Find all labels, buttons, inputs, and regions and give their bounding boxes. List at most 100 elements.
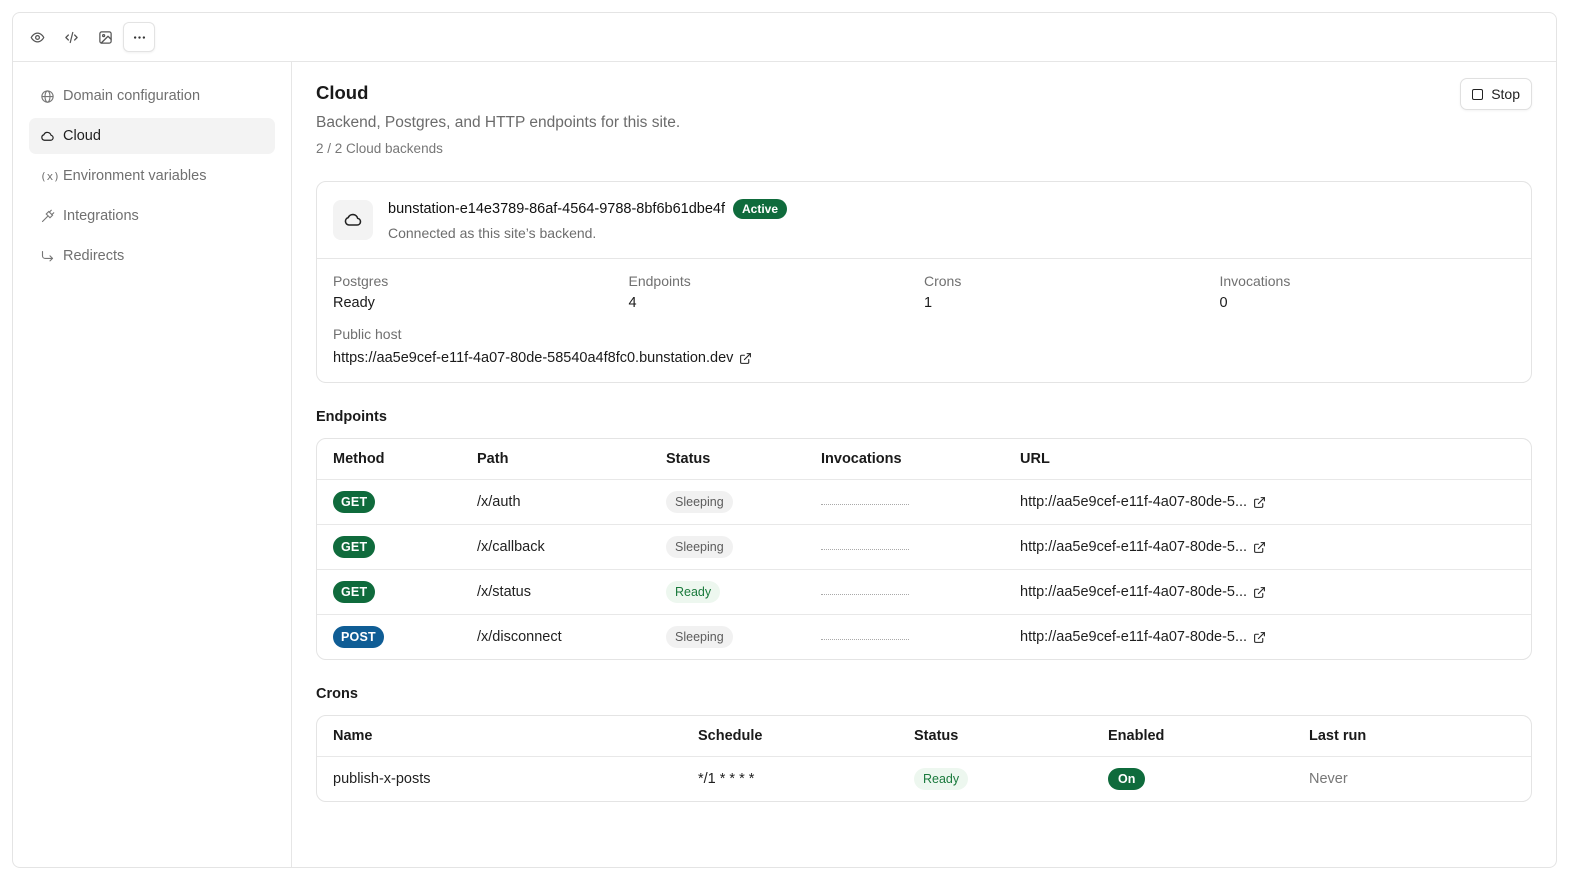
image-button[interactable]	[89, 22, 121, 52]
url-link[interactable]: http://aa5e9cef-e11f-4a07-80de-5...	[1020, 629, 1320, 645]
column-header-last-run: Last run	[1309, 728, 1367, 744]
url-text: http://aa5e9cef-e11f-4a07-80de-5...	[1020, 494, 1248, 510]
external-link-icon	[1253, 631, 1266, 644]
status-cell: Sleeping	[666, 491, 821, 513]
endpoints-table: Method Path Status Invocations URL GET /…	[316, 438, 1532, 660]
image-icon	[98, 30, 112, 44]
column-header-name: Name	[333, 728, 373, 744]
preview-button[interactable]	[21, 22, 53, 52]
public-host-link[interactable]: https://aa5e9cef-e11f-4a07-80de-58540a4f…	[333, 350, 1515, 366]
stat-label: Endpoints	[628, 273, 691, 289]
stop-button[interactable]: Stop	[1460, 78, 1532, 110]
stop-button-label: Stop	[1491, 86, 1520, 102]
backend-name-row: bunstation-e14e3789-86af-4564-9788-8bf6b…	[388, 199, 788, 219]
crons-heading: Crons	[316, 686, 358, 702]
external-link-icon	[1253, 496, 1266, 509]
url-text: http://aa5e9cef-e11f-4a07-80de-5...	[1020, 629, 1248, 645]
sidebar-item-environment-variables[interactable]: (x) Environment variables	[29, 158, 275, 194]
stat-invocations: Invocations 0	[1220, 273, 1516, 311]
invocations-sparkline	[821, 480, 1020, 505]
table-row[interactable]: GET /x/auth Sleeping http://aa5e9cef-e11…	[317, 479, 1531, 524]
sidebar-item-integrations[interactable]: Integrations	[29, 198, 275, 234]
public-host-label: Public host	[333, 326, 402, 342]
table-row[interactable]: publish-x-posts */1 * * * * Ready On Nev…	[317, 756, 1531, 801]
top-toolbar	[13, 13, 1556, 62]
main-panel: Cloud Backend, Postgres, and HTTP endpoi…	[292, 62, 1556, 867]
column-header-enabled: Enabled	[1108, 728, 1165, 744]
column-header-path: Path	[477, 451, 509, 467]
column-header-method: Method	[333, 451, 385, 467]
url-link[interactable]: http://aa5e9cef-e11f-4a07-80de-5...	[1020, 494, 1320, 510]
table-row[interactable]: GET /x/callback Sleeping http://aa5e9cef…	[317, 524, 1531, 569]
url-text: http://aa5e9cef-e11f-4a07-80de-5...	[1020, 539, 1248, 555]
url-text: http://aa5e9cef-e11f-4a07-80de-5...	[1020, 584, 1248, 600]
backend-subtitle: Connected as this site’s backend.	[388, 225, 597, 241]
backend-card-header: bunstation-e14e3789-86af-4564-9788-8bf6b…	[317, 182, 1531, 259]
invocations-sparkline	[821, 615, 1020, 640]
status-badge: Sleeping	[666, 536, 733, 558]
sparkline-placeholder	[821, 504, 909, 505]
status-badge: Sleeping	[666, 491, 733, 513]
sidebar-item-label: Domain configuration	[63, 88, 201, 104]
status-cell: Sleeping	[666, 536, 821, 558]
stat-value: 4	[628, 295, 637, 311]
path-cell: /x/status	[477, 584, 531, 600]
method-badge: GET	[333, 536, 376, 558]
sidebar-item-cloud[interactable]: Cloud	[29, 118, 275, 154]
sidebar-item-label: Integrations	[63, 208, 139, 224]
column-header-url: URL	[1020, 451, 1050, 467]
settings-sidebar: Domain configuration Cloud (x) Environme…	[13, 62, 292, 867]
invocations-sparkline	[821, 525, 1020, 550]
table-row[interactable]: GET /x/status Ready http://aa5e9cef-e11f…	[317, 569, 1531, 614]
stat-crons: Crons 1	[924, 273, 1220, 311]
app-window: Domain configuration Cloud (x) Environme…	[12, 12, 1557, 868]
sparkline-placeholder	[821, 549, 909, 550]
stat-label: Crons	[924, 273, 962, 289]
method-cell: POST	[333, 626, 477, 648]
page-subtitle: Backend, Postgres, and HTTP endpoints fo…	[316, 114, 681, 131]
cloud-icon	[344, 213, 362, 226]
column-header-status: Status	[914, 728, 959, 744]
status-badge: Active	[733, 199, 788, 219]
sidebar-item-domain-configuration[interactable]: Domain configuration	[29, 78, 275, 114]
view-toolbar	[21, 22, 155, 52]
status-badge: Ready	[914, 768, 969, 790]
stat-endpoints: Endpoints 4	[629, 273, 925, 311]
crons-table: Name Schedule Status Enabled Last run pu…	[316, 715, 1532, 802]
code-button[interactable]	[55, 22, 87, 52]
external-link-icon	[1253, 586, 1266, 599]
code-icon	[64, 31, 78, 43]
invocations-sparkline	[821, 570, 1020, 595]
page-title: Cloud	[316, 82, 369, 103]
column-header-invocations: Invocations	[821, 451, 902, 467]
stat-label: Postgres	[333, 273, 389, 289]
status-cell: Ready	[666, 581, 821, 603]
cron-last-run: Never	[1309, 771, 1348, 787]
url-link[interactable]: http://aa5e9cef-e11f-4a07-80de-5...	[1020, 584, 1320, 600]
url-link[interactable]: http://aa5e9cef-e11f-4a07-80de-5...	[1020, 539, 1320, 555]
sidebar-item-redirects[interactable]: Redirects	[29, 238, 275, 274]
external-link-icon	[1253, 541, 1266, 554]
method-cell: GET	[333, 536, 477, 558]
backend-count: 2 / 2 Cloud backends	[316, 141, 443, 156]
method-badge: POST	[333, 626, 384, 648]
more-icon	[133, 35, 145, 39]
stop-icon	[1472, 88, 1484, 100]
more-button[interactable]	[123, 22, 155, 52]
status-badge: Sleeping	[666, 626, 733, 648]
sparkline-placeholder	[821, 639, 909, 640]
table-row[interactable]: POST /x/disconnect Sleeping http://aa5e9…	[317, 614, 1531, 659]
column-header-status: Status	[666, 451, 711, 467]
content-area: Domain configuration Cloud (x) Environme…	[13, 62, 1556, 867]
plug-icon	[41, 209, 55, 222]
method-badge: GET	[333, 581, 376, 603]
redirect-icon	[41, 250, 54, 261]
stat-postgres: Postgres Ready	[333, 273, 629, 311]
path-cell: /x/disconnect	[477, 629, 562, 645]
status-cell: Sleeping	[666, 626, 821, 648]
stat-value: 1	[924, 295, 933, 311]
endpoints-heading: Endpoints	[316, 409, 387, 425]
enabled-toggle[interactable]: On	[1108, 768, 1146, 790]
backend-name: bunstation-e14e3789-86af-4564-9788-8bf6b…	[388, 201, 726, 217]
status-cell: Ready	[914, 768, 1108, 790]
